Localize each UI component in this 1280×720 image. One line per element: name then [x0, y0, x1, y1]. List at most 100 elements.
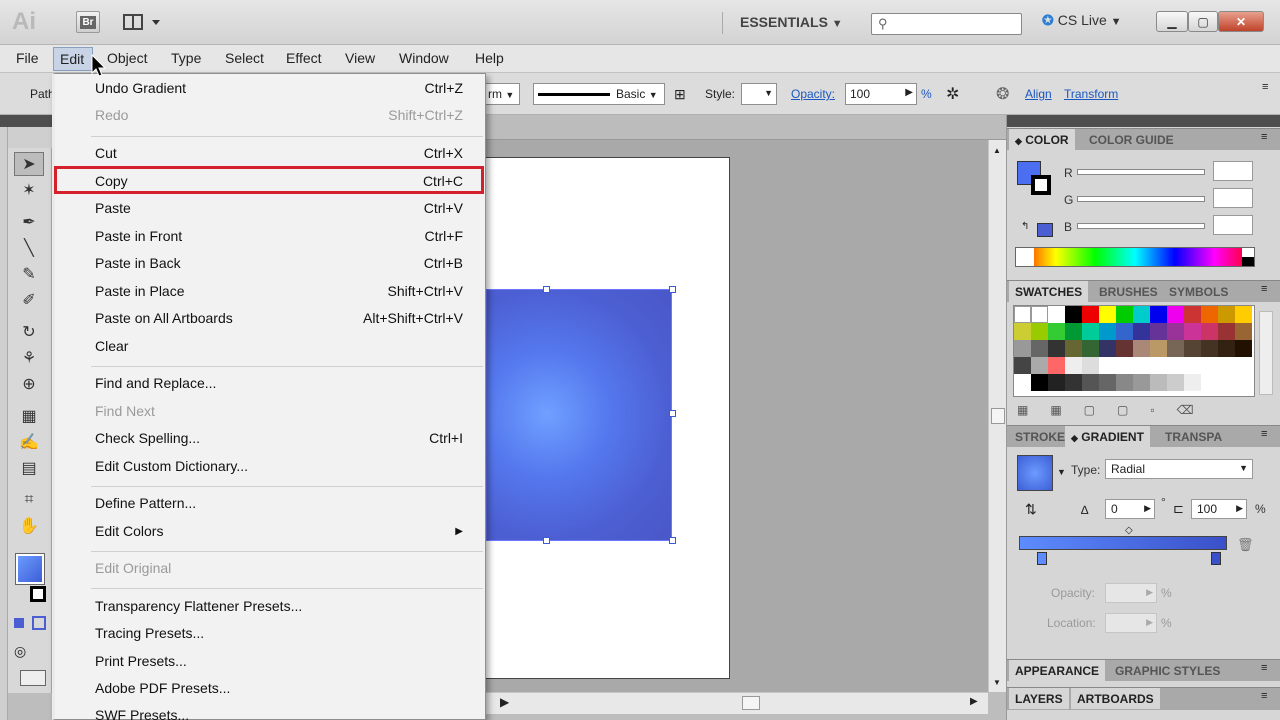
opacity-field[interactable]: 100 ▶ [845, 83, 917, 105]
selection-handle[interactable] [669, 286, 676, 293]
menu-type[interactable]: Type [171, 50, 201, 66]
transform-link[interactable]: Transform [1064, 87, 1118, 101]
tab-gradient[interactable]: ◆ GRADIENT [1065, 426, 1150, 447]
gradient-stop-end[interactable] [1211, 552, 1221, 565]
graph-tool-icon[interactable]: ▤ [14, 456, 44, 480]
menu-item-check-spelling[interactable]: Check Spelling... Ctrl+I [95, 430, 465, 454]
out-of-gamut-icon[interactable]: ↰ [1021, 221, 1029, 232]
stop-opacity-field[interactable]: ▶ [1105, 583, 1157, 603]
menu-file[interactable]: File [16, 50, 39, 66]
selection-tool-icon[interactable]: ➤ [14, 152, 44, 176]
cs-live-button[interactable]: ✪ CS Live ▼ [1042, 12, 1122, 29]
menu-item-transparency-flattener-presets[interactable]: Transparency Flattener Presets... [95, 598, 465, 622]
color-mode-icon[interactable] [14, 618, 24, 628]
selection-handle[interactable] [669, 537, 676, 544]
swatch-actions[interactable]: ▦▦▢▢▫⌫ [1017, 403, 1216, 417]
gradient-mode-icon[interactable] [32, 616, 46, 630]
arrange-documents-button[interactable] [120, 11, 162, 33]
vertical-scrollbar[interactable]: ▲ ▼ [988, 140, 1006, 692]
pen-tool-icon[interactable]: ✒ [14, 210, 44, 234]
menu-edit[interactable]: Edit [53, 47, 93, 71]
menu-item-find-and-replace[interactable]: Find and Replace... [95, 375, 465, 399]
tab-brushes[interactable]: BRUSHES [1093, 281, 1164, 302]
color-spectrum-bar[interactable] [1015, 247, 1255, 267]
symbol-sprayer-tool-icon[interactable]: ▦ [14, 404, 44, 428]
panel-menu-icon[interactable]: ≡ [1261, 690, 1267, 702]
delete-stop-icon[interactable]: 🗑 [1237, 537, 1254, 553]
line-tool-icon[interactable]: ╲ [14, 236, 44, 260]
document-setup-icon[interactable]: ❂ [996, 84, 1009, 104]
web-color-swatch[interactable] [1037, 223, 1053, 237]
menu-select[interactable]: Select [225, 50, 264, 66]
fill-swatch[interactable] [15, 553, 45, 585]
screen-mode-icon[interactable] [20, 670, 46, 686]
maximize-button[interactable]: ▢ [1188, 11, 1218, 32]
menu-item-define-pattern[interactable]: Define Pattern... [95, 495, 465, 519]
menu-object[interactable]: Object [107, 50, 147, 66]
menu-item-clear[interactable]: Clear [95, 338, 465, 362]
selection-handle[interactable] [543, 286, 550, 293]
white-swatch[interactable] [1242, 248, 1254, 257]
angle-field[interactable]: 0 ▶ [1105, 499, 1155, 519]
menu-help[interactable]: Help [475, 50, 504, 66]
gradient-slider[interactable] [1019, 536, 1227, 550]
stop-location-field[interactable]: ▶ [1105, 613, 1157, 633]
pencil-tool-icon[interactable]: ✐ [14, 288, 44, 312]
black-swatch[interactable] [1242, 257, 1254, 266]
opacity-link[interactable]: Opacity: [791, 87, 835, 101]
scroll-thumb[interactable] [742, 696, 760, 710]
b-field[interactable] [1213, 215, 1253, 235]
none-swatch[interactable] [1016, 248, 1034, 266]
menu-item-edit-custom-dictionary[interactable]: Edit Custom Dictionary... [95, 458, 465, 482]
menu-item-undo[interactable]: Undo Gradient Ctrl+Z [95, 80, 465, 104]
gradient-preview-swatch[interactable] [1017, 455, 1053, 491]
stroke-weight-field[interactable]: rm ▼ [484, 83, 520, 105]
draw-mode-icon[interactable]: ◎ [14, 643, 26, 660]
scroll-right-icon[interactable]: ▶ [970, 696, 978, 707]
gradient-rectangle[interactable] [486, 286, 676, 544]
selection-handle[interactable] [669, 410, 676, 417]
r-slider[interactable] [1077, 169, 1205, 175]
g-field[interactable] [1213, 188, 1253, 208]
horizontal-scrollbar[interactable]: ▶ ▶ [486, 692, 988, 714]
menu-item-paste-on-all-artboards[interactable]: Paste on All Artboards Alt+Shift+Ctrl+V [95, 310, 465, 334]
scroll-thumb[interactable] [991, 408, 1005, 424]
workspace-switcher[interactable]: ESSENTIALS ▼ [740, 14, 843, 30]
gradient-stop-start[interactable] [1037, 552, 1047, 565]
tab-color[interactable]: ◆ COLOR [1009, 129, 1075, 150]
menu-item-edit-colors[interactable]: Edit Colors ▶ [95, 523, 465, 547]
tab-stroke[interactable]: STROKE [1009, 426, 1071, 447]
menu-window[interactable]: Window [399, 50, 449, 66]
midpoint-diamond-icon[interactable]: ◇ [1125, 525, 1133, 536]
close-button[interactable]: ✕ [1218, 11, 1264, 32]
isolate-icon[interactable]: ✲ [946, 84, 959, 104]
warp-tool-icon[interactable]: ⚘ [14, 346, 44, 370]
brush-definition-dropdown[interactable]: Basic ▼ [533, 83, 665, 105]
scroll-down-icon[interactable]: ▼ [993, 678, 1001, 687]
panel-menu-icon[interactable]: ≡ [1261, 283, 1267, 295]
menu-item-paste-in-back[interactable]: Paste in Back Ctrl+B [95, 255, 465, 279]
hand-tool-icon[interactable]: ✋ [14, 514, 44, 538]
reverse-gradient-icon[interactable]: ⇅ [1025, 501, 1037, 518]
menu-item-tracing-presets[interactable]: Tracing Presets... [95, 625, 465, 649]
brush-tool-icon[interactable]: ✎ [14, 262, 44, 286]
minimize-button[interactable]: ▁ [1156, 11, 1188, 32]
tab-artboards[interactable]: ARTBOARDS [1071, 688, 1160, 709]
menu-view[interactable]: View [345, 50, 375, 66]
rotate-tool-icon[interactable]: ↻ [14, 320, 44, 344]
panel-menu-icon[interactable]: ≡ [1261, 131, 1267, 143]
scroll-up-icon[interactable]: ▲ [993, 146, 1001, 155]
tab-appearance[interactable]: APPEARANCE [1009, 660, 1106, 681]
swatch-scrollbar[interactable] [1259, 311, 1273, 395]
control-panel-menu-icon[interactable]: ≡ [1262, 81, 1268, 93]
stroke-color-swatch[interactable] [1031, 175, 1051, 195]
tab-layers[interactable]: LAYERS [1009, 688, 1069, 709]
menu-item-swf-presets[interactable]: SWF Presets... [95, 707, 465, 720]
artboard-tool-icon[interactable]: ⌗ [14, 488, 44, 512]
menu-item-print-presets[interactable]: Print Presets... [95, 653, 465, 677]
tab-color-guide[interactable]: COLOR GUIDE [1083, 129, 1180, 150]
menu-item-adobe-pdf-presets[interactable]: Adobe PDF Presets... [95, 680, 465, 704]
menu-item-paste-in-place[interactable]: Paste in Place Shift+Ctrl+V [95, 283, 465, 307]
swatch-grid[interactable] [1013, 305, 1255, 397]
panel-menu-icon[interactable]: ≡ [1261, 662, 1267, 674]
